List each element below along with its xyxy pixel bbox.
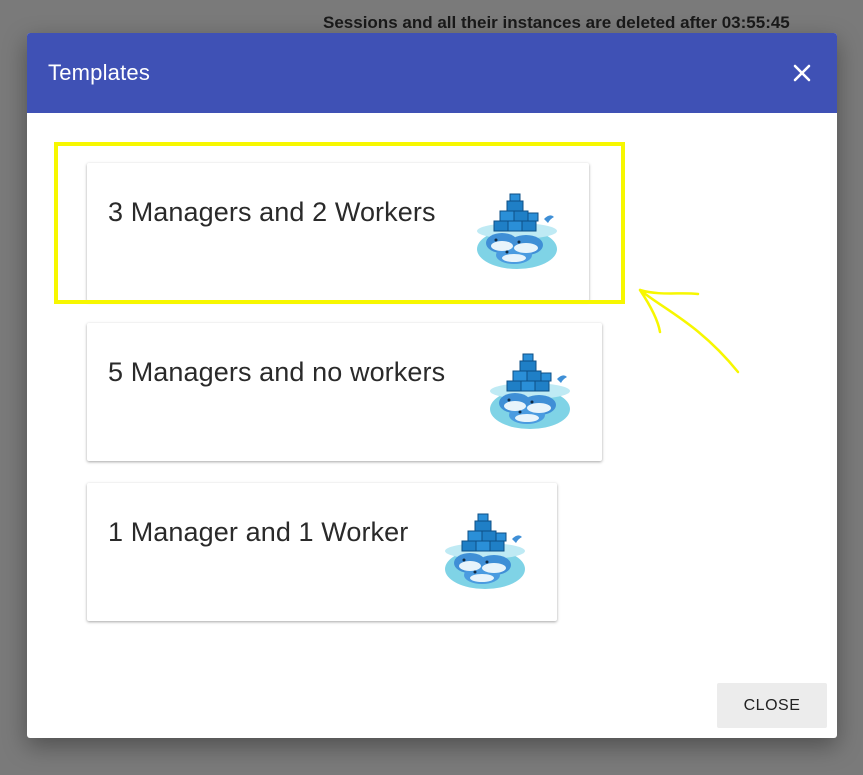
close-button[interactable]: CLOSE (717, 683, 827, 728)
template-card-1-manager-1-worker[interactable]: 1 Manager and 1 Worker (87, 483, 557, 621)
template-card-title: 1 Manager and 1 Worker (108, 517, 409, 547)
session-expiry-banner: Sessions and all their instances are del… (323, 13, 790, 32)
dialog-header: Templates (27, 33, 837, 113)
highlight-box (54, 142, 625, 304)
close-icon[interactable] (787, 58, 817, 88)
templates-dialog: Templates 3 Managers and 2 Workers 5 Man… (27, 33, 837, 738)
annotation-arrow-icon (638, 288, 740, 374)
docker-whale-icon (442, 511, 528, 591)
dialog-title: Templates (48, 60, 151, 85)
template-card-title: 5 Managers and no workers (108, 357, 446, 387)
docker-whale-icon (487, 351, 573, 431)
template-card-5-managers-no-workers[interactable]: 5 Managers and no workers (87, 323, 602, 461)
